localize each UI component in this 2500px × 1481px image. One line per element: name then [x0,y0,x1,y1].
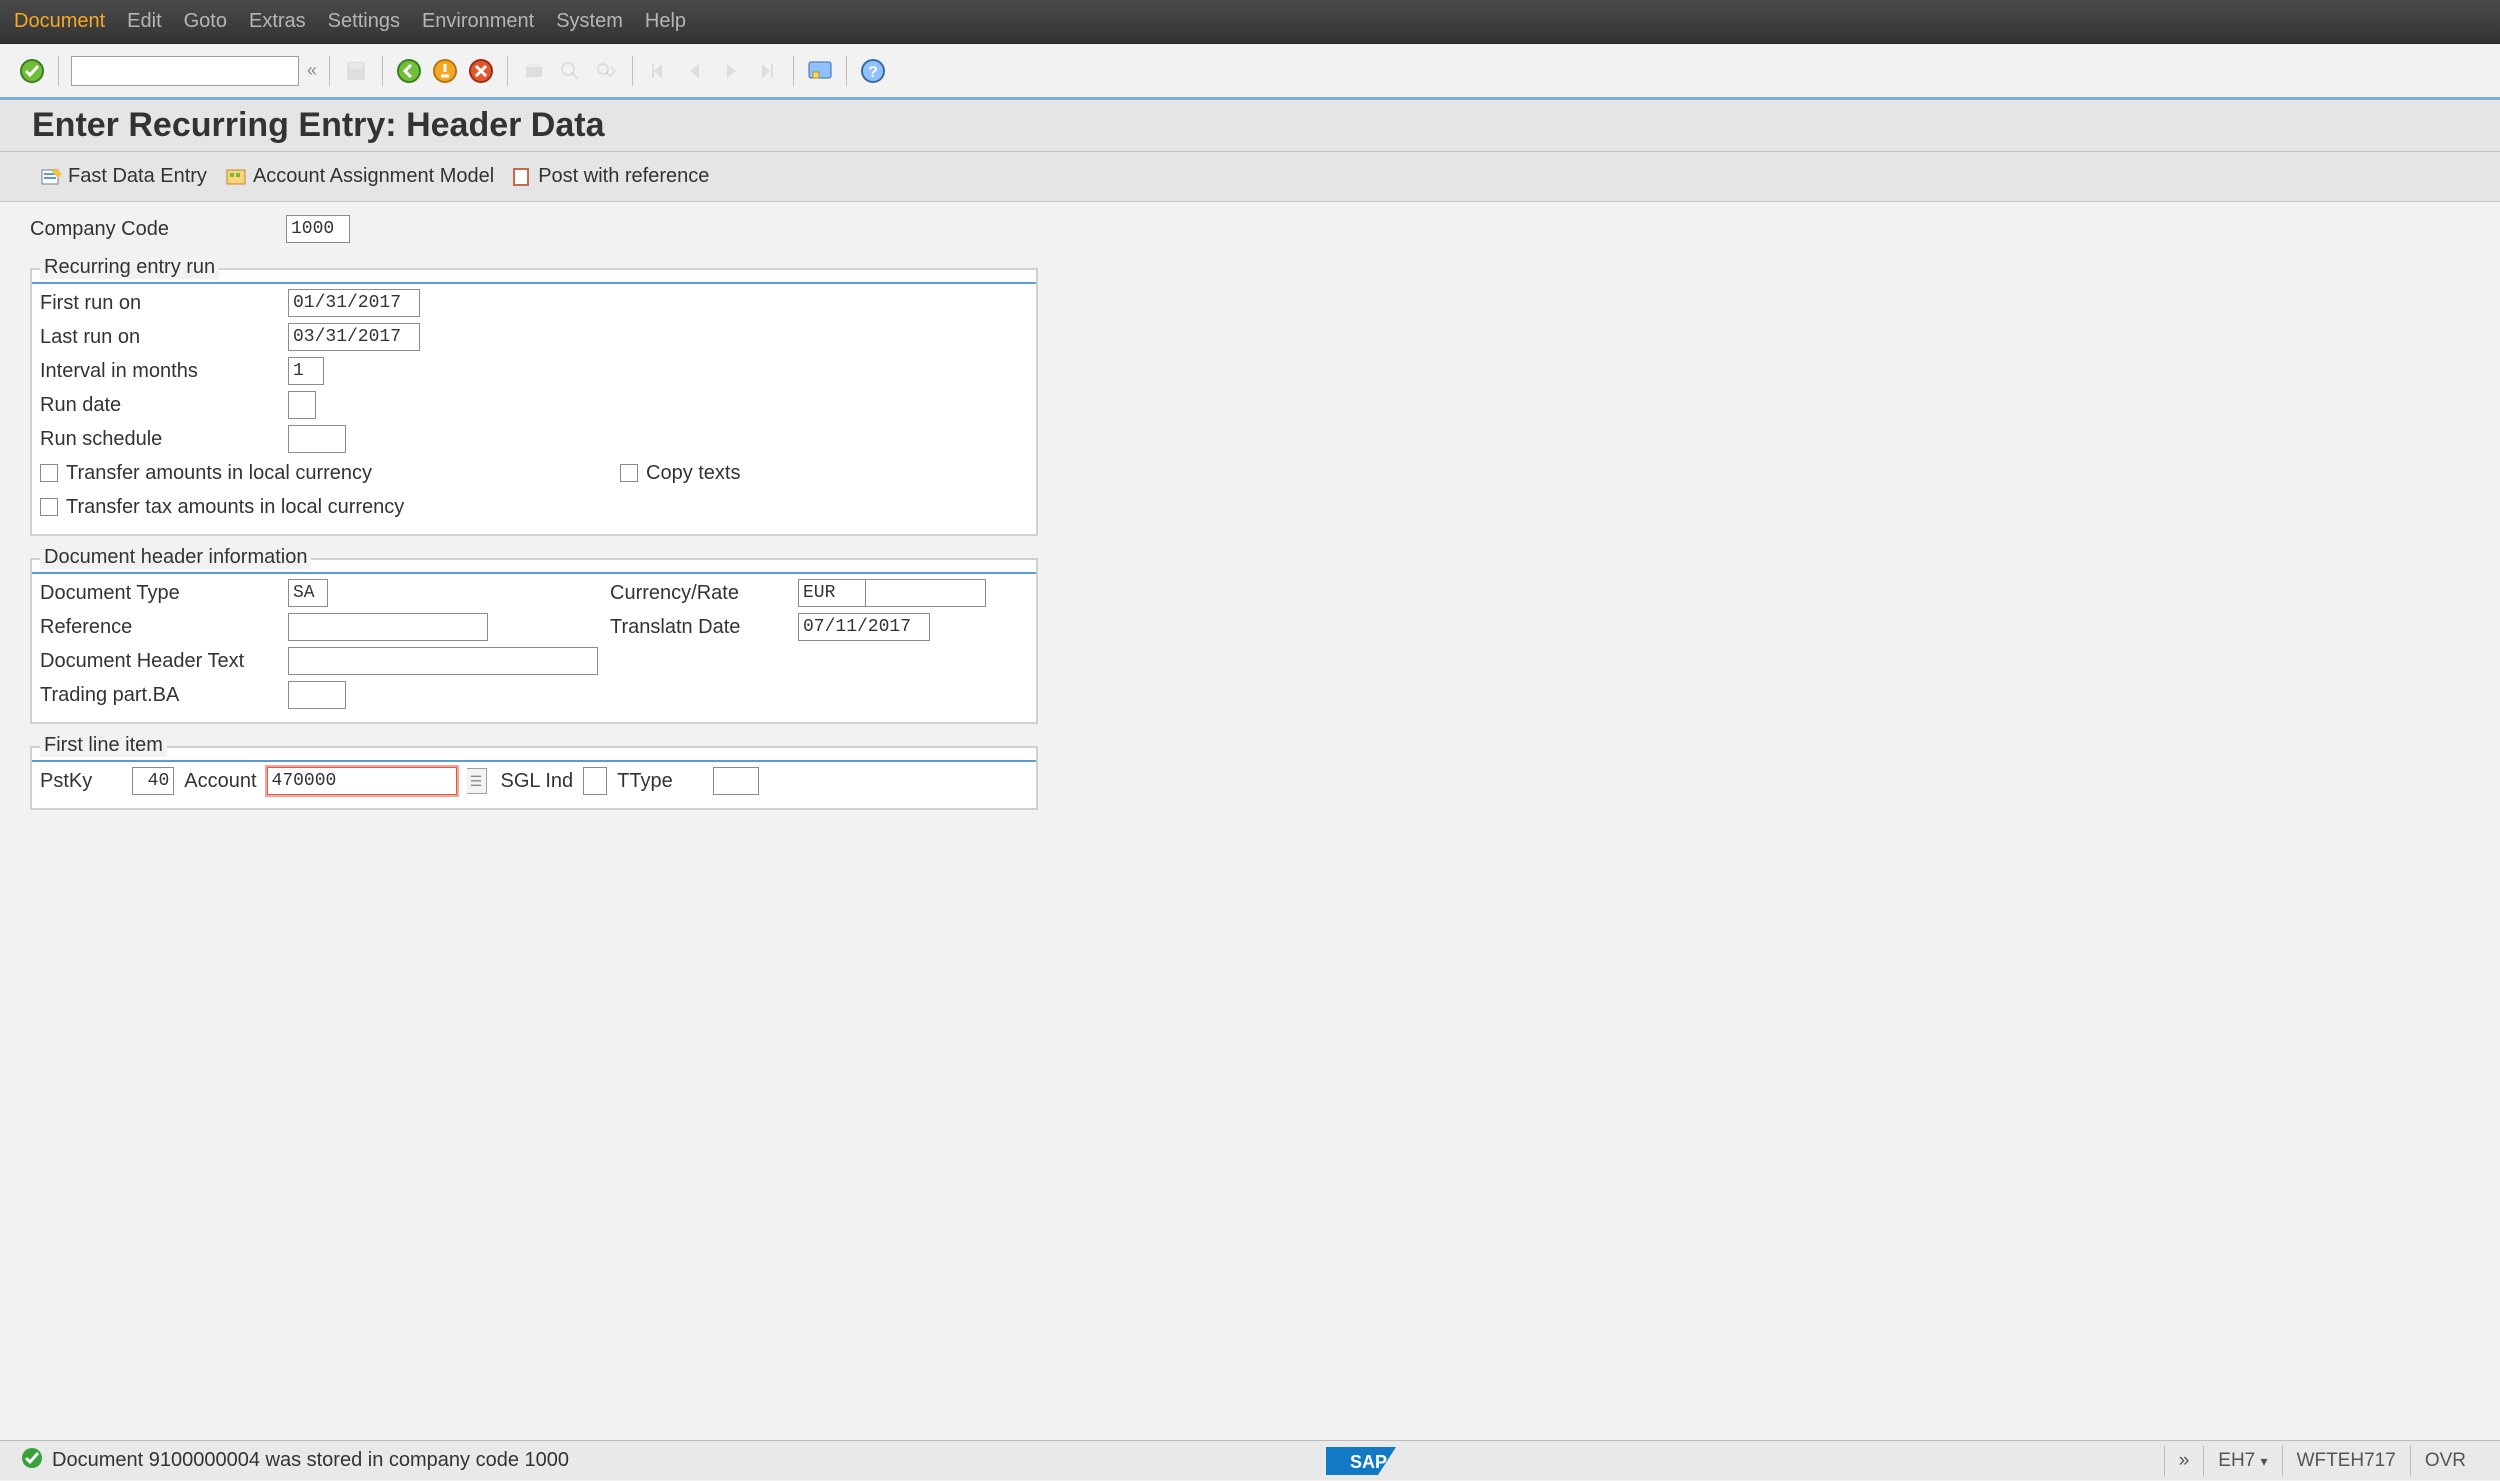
cancel-icon[interactable] [467,57,495,85]
exit-icon[interactable] [431,57,459,85]
run-date-label: Run date [40,394,288,417]
search-help-icon[interactable]: ☰ [467,768,487,794]
svg-text:SAP: SAP [1350,1452,1387,1472]
reference-label: Reference [40,616,288,639]
account-field[interactable] [267,767,457,795]
account-assignment-model-button[interactable]: Account Assignment Model [225,165,494,188]
menubar: Document Edit Goto Extras Settings Envir… [0,0,2500,44]
last-run-field[interactable] [288,323,420,351]
last-page-icon[interactable] [753,57,781,85]
pstky-field[interactable] [132,767,174,795]
find-next-icon[interactable] [592,57,620,85]
account-assignment-model-label: Account Assignment Model [253,165,494,188]
group-document-header: Document header information Document Typ… [30,558,1038,724]
status-system[interactable]: EH7 ▾ [2203,1446,2281,1476]
account-label: Account [184,770,256,793]
trading-ba-field[interactable] [288,681,346,709]
status-message: Document 9100000004 was stored in compan… [52,1449,569,1472]
command-field[interactable] [71,56,299,86]
group-doc-legend: Document header information [40,546,311,569]
app-toolbar: Fast Data Entry Account Assignment Model… [0,152,2500,202]
first-run-label: First run on [40,292,288,315]
reference-field[interactable] [288,613,488,641]
status-bar: Document 9100000004 was stored in compan… [0,1440,2500,1480]
copy-texts-checkbox[interactable] [620,464,638,482]
rate-field[interactable] [866,579,986,607]
sap-logo: SAP [1322,1441,1410,1481]
status-client: WFTEH717 [2282,1446,2410,1476]
prev-page-icon[interactable] [681,57,709,85]
run-schedule-label: Run schedule [40,428,288,451]
document-type-field[interactable] [288,579,328,607]
document-type-label: Document Type [40,582,288,605]
run-date-field[interactable] [288,391,316,419]
first-page-icon[interactable] [645,57,673,85]
collapse-cmd-icon[interactable]: « [307,60,317,81]
company-code-label: Company Code [30,218,286,241]
menu-extras[interactable]: Extras [249,10,306,33]
currency-rate-label: Currency/Rate [610,582,798,605]
group-recurring-legend: Recurring entry run [40,256,219,279]
header-text-label: Document Header Text [40,650,288,673]
post-with-reference-button[interactable]: Post with reference [512,165,709,188]
status-mode: OVR [2410,1446,2480,1476]
run-schedule-field[interactable] [288,425,346,453]
ok-icon[interactable] [18,57,46,85]
menu-system[interactable]: System [556,10,623,33]
page-title: Enter Recurring Entry: Header Data [32,106,605,145]
form-area: Company Code Recurring entry run First r… [0,202,2500,820]
group-recurring-entry-run: Recurring entry run First run on Last ru… [30,268,1038,536]
save-icon[interactable] [342,57,370,85]
system-toolbar: « ? [0,44,2500,100]
status-ok-icon [20,1446,44,1476]
menu-document[interactable]: Document [14,10,105,33]
back-icon[interactable] [395,57,423,85]
menu-edit[interactable]: Edit [127,10,161,33]
menu-goto[interactable]: Goto [184,10,227,33]
menu-settings[interactable]: Settings [328,10,400,33]
svg-text:?: ? [868,64,878,81]
print-icon[interactable] [520,57,548,85]
menu-environment[interactable]: Environment [422,10,534,33]
titlebar: Enter Recurring Entry: Header Data [0,100,2500,152]
company-code-field[interactable] [286,215,350,243]
translation-date-label: Translatn Date [610,616,798,639]
group-line-legend: First line item [40,734,167,757]
transfer-amounts-checkbox[interactable] [40,464,58,482]
interval-field[interactable] [288,357,324,385]
ttype-field[interactable] [713,767,759,795]
interval-label: Interval in months [40,360,288,383]
trading-ba-label: Trading part.BA [40,684,288,707]
last-run-label: Last run on [40,326,288,349]
post-with-reference-label: Post with reference [538,165,709,188]
copy-texts-label: Copy texts [646,462,740,485]
translation-date-field[interactable] [798,613,930,641]
find-icon[interactable] [556,57,584,85]
pstky-label: PstKy [40,770,92,793]
transfer-tax-checkbox[interactable] [40,498,58,516]
fast-data-entry-button[interactable]: Fast Data Entry [40,165,207,188]
group-first-line-item: First line item PstKy Account ☰ SGL Ind … [30,746,1038,810]
currency-field[interactable] [798,579,866,607]
sgl-ind-field[interactable] [583,767,607,795]
sgl-ind-label: SGL Ind [501,770,574,793]
help-icon[interactable]: ? [859,57,887,85]
header-text-field[interactable] [288,647,598,675]
new-session-icon[interactable] [806,57,834,85]
menu-help[interactable]: Help [645,10,686,33]
transfer-amounts-label: Transfer amounts in local currency [66,462,372,485]
first-run-field[interactable] [288,289,420,317]
next-page-icon[interactable] [717,57,745,85]
ttype-label: TType [617,770,673,793]
status-more-icon[interactable]: » [2164,1446,2204,1476]
transfer-tax-label: Transfer tax amounts in local currency [66,496,404,519]
fast-data-entry-label: Fast Data Entry [68,165,207,188]
